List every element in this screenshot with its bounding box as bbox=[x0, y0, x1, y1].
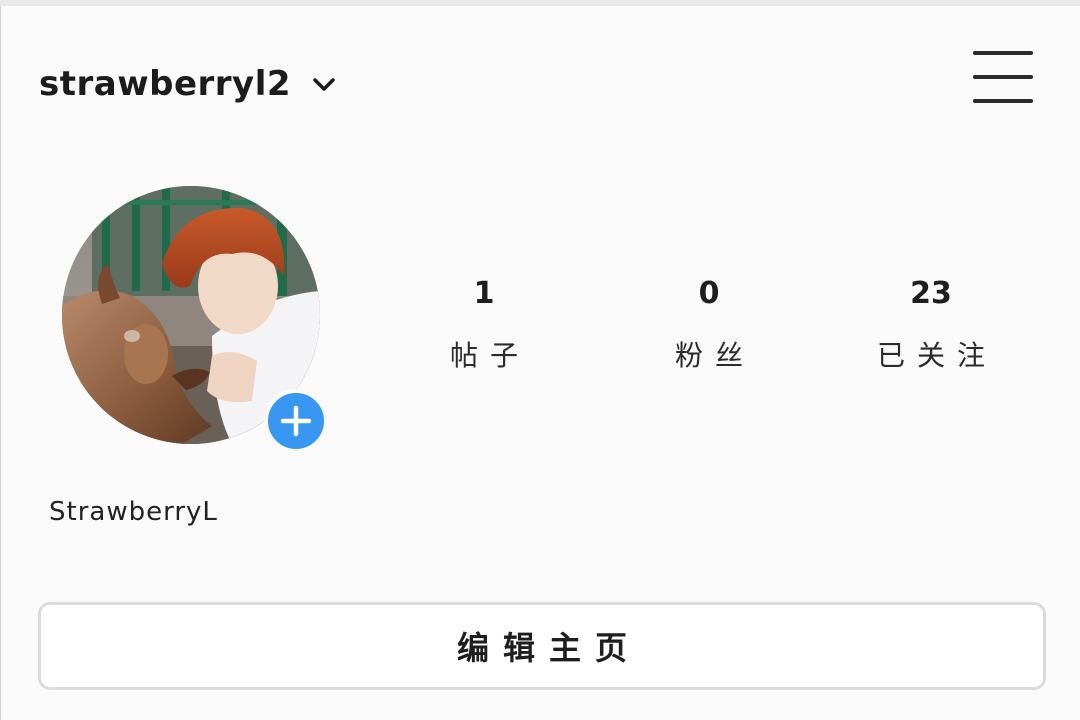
edit-profile-button[interactable]: 编辑主页 bbox=[38, 602, 1046, 690]
followers-count-label: 粉丝 bbox=[674, 339, 755, 372]
hamburger-menu-icon bbox=[973, 51, 1033, 55]
following-count[interactable]: 23 已关注 bbox=[831, 274, 1031, 374]
username: strawberryl2 bbox=[39, 64, 292, 104]
following-count-label: 已关注 bbox=[876, 339, 997, 372]
followers-count-value: 0 bbox=[698, 276, 720, 311]
account-switcher[interactable]: strawberryl2 bbox=[39, 58, 337, 110]
following-count-value: 23 bbox=[910, 276, 952, 311]
menu-line bbox=[973, 75, 1033, 79]
avatar-container bbox=[62, 186, 328, 453]
display-name: StrawberryL bbox=[49, 497, 218, 527]
edit-profile-label: 编辑主页 bbox=[456, 629, 641, 667]
posts-count-value: 1 bbox=[473, 276, 495, 311]
screen: strawberryl2 1 帖子 0 粉丝 23 已关注 Strawberry… bbox=[0, 0, 1080, 720]
followers-count[interactable]: 0 粉丝 bbox=[609, 274, 809, 374]
menu-line bbox=[973, 99, 1033, 103]
add-story-button[interactable] bbox=[264, 389, 328, 453]
posts-count-label: 帖子 bbox=[449, 339, 530, 372]
chevron-down-icon bbox=[313, 78, 335, 91]
profile-header: strawberryl2 bbox=[1, 6, 1080, 156]
posts-count[interactable]: 1 帖子 bbox=[384, 274, 584, 374]
profile-panel: strawberryl2 1 帖子 0 粉丝 23 已关注 Strawberry… bbox=[0, 6, 1080, 720]
plus-icon bbox=[280, 405, 312, 437]
menu-button[interactable] bbox=[967, 48, 1039, 114]
